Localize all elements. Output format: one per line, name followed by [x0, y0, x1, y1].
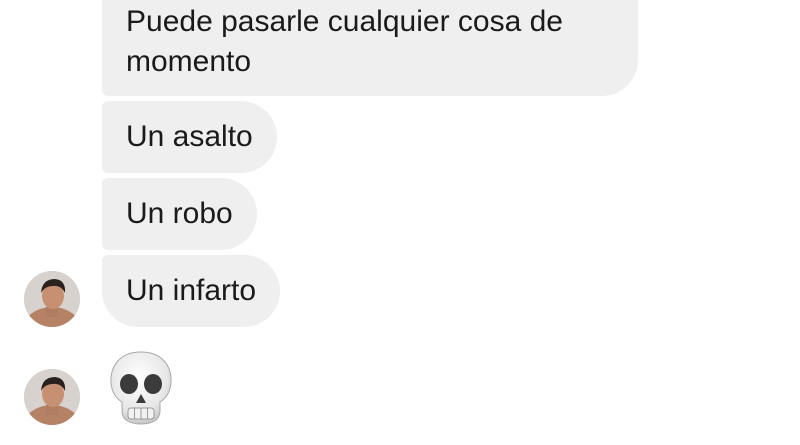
message-text: Puede pasarle cualquier cosa de momento [126, 5, 563, 78]
skull-emoji-icon[interactable] [108, 350, 174, 426]
message-bubble[interactable]: Un infarto [102, 255, 281, 327]
message-text: Un asalto [126, 120, 253, 153]
message-text: Un infarto [126, 274, 257, 307]
message-text: Un robo [126, 197, 233, 230]
avatar[interactable] [24, 271, 80, 327]
avatar[interactable] [24, 369, 80, 425]
message-bubble[interactable]: Un robo [102, 178, 257, 250]
message-bubble[interactable]: Un asalto [102, 101, 277, 173]
message-bubble[interactable]: Puede pasarle cualquier cosa de momento [102, 0, 638, 96]
chat-thread: Puede pasarle cualquier cosa de momento … [0, 0, 800, 445]
